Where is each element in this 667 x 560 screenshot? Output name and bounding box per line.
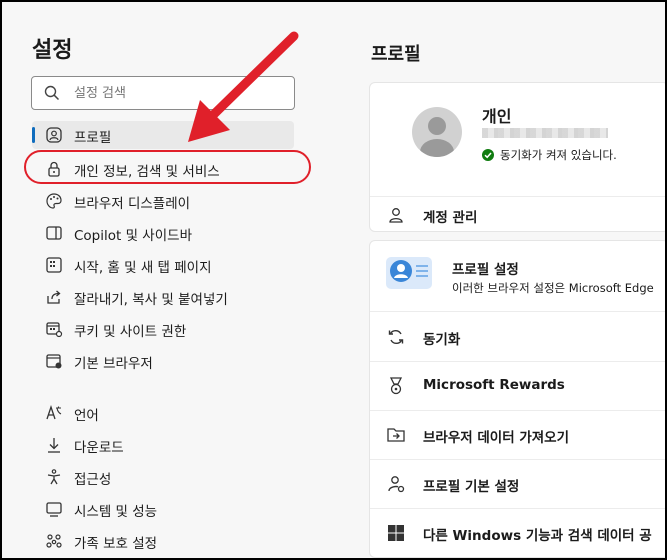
manage-account-label: 계정 관리 xyxy=(423,210,478,226)
sidebar-item-copilot[interactable]: Copilot 및 사이드바 xyxy=(32,219,294,247)
sidebar-item-label: 다운로드 xyxy=(74,440,124,456)
sidebar-item-start-home[interactable]: 시작, 홈 및 새 탭 페이지 xyxy=(32,251,294,279)
rewards-row[interactable]: Microsoft Rewards xyxy=(370,362,665,410)
avatar-icon xyxy=(420,117,454,157)
sidebar-item-accessibility[interactable]: 접근성 xyxy=(32,463,294,491)
home-grid-icon xyxy=(46,257,62,273)
windows-features-row[interactable]: 다른 Windows 기능과 검색 데이터 공 xyxy=(370,509,665,557)
sidebar-item-label: 시스템 및 성능 xyxy=(74,504,158,520)
sidebar-item-label: 접근성 xyxy=(74,472,112,488)
divider xyxy=(370,311,665,312)
profile-settings-illustration-icon xyxy=(386,257,432,289)
profile-settings-title: 프로필 설정 xyxy=(452,262,519,278)
system-icon xyxy=(46,502,62,517)
sidebar-item-label: 시작, 홈 및 새 탭 페이지 xyxy=(74,260,212,276)
rewards-icon xyxy=(389,377,403,395)
sidebar-item-label: 브라우저 디스플레이 xyxy=(74,196,191,212)
family-icon xyxy=(46,534,62,548)
sidebar-item-appearance[interactable]: 브라우저 디스플레이 xyxy=(32,187,294,215)
sidebar-item-family[interactable]: 가족 보호 설정 xyxy=(32,527,294,555)
annotation-highlight-ellipse xyxy=(24,150,311,184)
active-indicator xyxy=(32,127,35,143)
import-icon xyxy=(387,428,405,442)
import-browser-data-row[interactable]: 브라우저 데이터 가져오기 xyxy=(370,411,665,459)
person-icon xyxy=(389,208,403,223)
sidebar-item-system[interactable]: 시스템 및 성능 xyxy=(32,495,294,523)
sidebar-item-downloads[interactable]: 다운로드 xyxy=(32,431,294,459)
row-label: 다른 Windows 기능과 검색 데이터 공 xyxy=(423,528,652,544)
profile-main-panel: 프로필 개인 동기화가 켜져 있습니다. 계정 관리 프로필 설정 이러한 브라… xyxy=(319,2,665,558)
sidebar-item-label: 언어 xyxy=(74,408,99,424)
sidebar-item-cookies[interactable]: 쿠키 및 사이트 권한 xyxy=(32,315,294,343)
accessibility-icon xyxy=(47,469,61,485)
profile-name: 개인 xyxy=(482,107,512,126)
profile-settings-card: 프로필 설정 이러한 브라우저 설정은 Microsoft Edge 동기화 M… xyxy=(369,240,665,558)
palette-icon xyxy=(46,193,62,209)
sidebar-icon xyxy=(46,226,62,240)
sync-status: 동기화가 켜져 있습니다. xyxy=(482,147,617,163)
profile-email-redacted xyxy=(482,128,608,138)
sidebar-item-language[interactable]: 언어 xyxy=(32,399,294,427)
row-label: 동기화 xyxy=(423,332,461,348)
sync-row[interactable]: 동기화 xyxy=(370,313,665,361)
row-label: Microsoft Rewards xyxy=(423,377,565,393)
sidebar-item-default-browser[interactable]: 기본 브라우저 xyxy=(32,347,294,375)
search-icon xyxy=(44,85,60,101)
profile-icon xyxy=(46,127,62,143)
sync-icon xyxy=(388,329,404,345)
sidebar-item-label: Copilot 및 사이드바 xyxy=(74,228,192,244)
share-icon xyxy=(47,290,61,304)
sidebar-item-label: 잘라내기, 복사 및 붙여넣기 xyxy=(74,292,228,308)
check-circle-icon xyxy=(482,149,494,161)
profile-settings-row[interactable]: 프로필 설정 이러한 브라우저 설정은 Microsoft Edge xyxy=(370,241,665,303)
page-title: 프로필 xyxy=(371,44,421,65)
default-browser-icon xyxy=(46,354,62,369)
windows-icon xyxy=(388,525,404,541)
sidebar-item-label: 기본 브라우저 xyxy=(74,356,153,372)
sidebar-title: 설정 xyxy=(32,38,73,63)
sidebar-item-label: 쿠키 및 사이트 권한 xyxy=(74,324,187,340)
manage-account-row[interactable]: 계정 관리 xyxy=(370,197,665,233)
row-label: 브라우저 데이터 가져오기 xyxy=(423,430,570,446)
profile-preferences-icon xyxy=(388,476,405,493)
language-icon xyxy=(46,404,62,420)
sync-status-text: 동기화가 켜져 있습니다. xyxy=(500,148,617,162)
annotation-arrow-icon xyxy=(188,31,299,142)
sidebar-item-label: 가족 보호 설정 xyxy=(74,536,158,552)
sidebar-item-share-copy-paste[interactable]: 잘라내기, 복사 및 붙여넣기 xyxy=(32,283,294,311)
download-icon xyxy=(48,438,60,453)
profile-preferences-row[interactable]: 프로필 기본 설정 xyxy=(370,460,665,508)
cookie-site-icon xyxy=(46,322,63,338)
sidebar-item-label: 프로필 xyxy=(74,130,112,146)
avatar xyxy=(412,107,462,157)
profile-card: 개인 동기화가 켜져 있습니다. 계정 관리 xyxy=(369,82,665,232)
row-label: 프로필 기본 설정 xyxy=(423,479,520,495)
profile-settings-description: 이러한 브라우저 설정은 Microsoft Edge xyxy=(452,281,654,295)
